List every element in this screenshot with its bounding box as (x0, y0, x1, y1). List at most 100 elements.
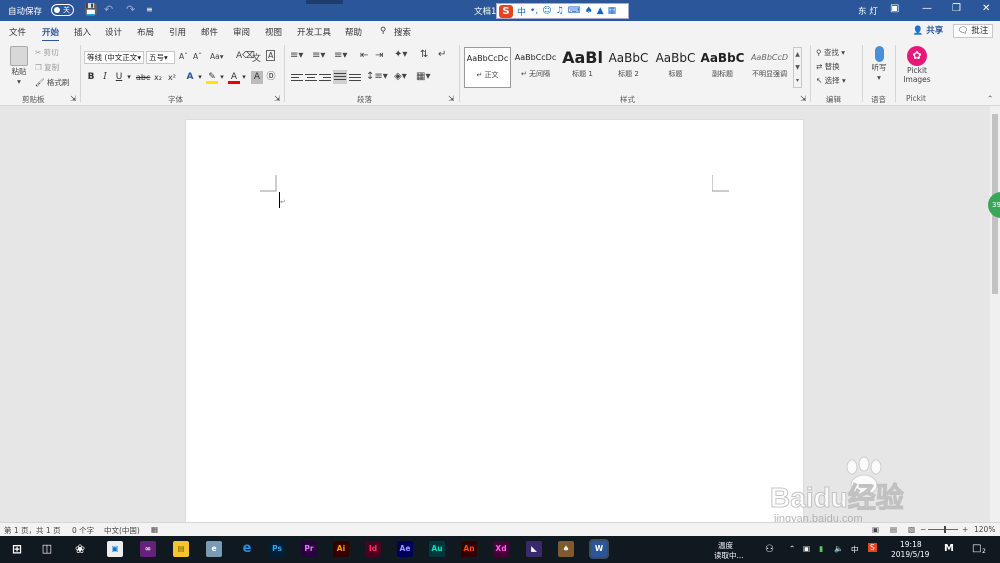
style-title[interactable]: AaBbC 标题 (652, 47, 699, 88)
italic-button[interactable]: I (99, 71, 111, 84)
style-heading1[interactable]: AaBl 标题 1 (559, 47, 606, 88)
tab-design[interactable]: 设计 (105, 26, 122, 38)
word-count[interactable]: 0 个字 (72, 525, 94, 536)
find-button[interactable]: ⚲ 查找 ▾ (816, 47, 845, 58)
change-case-icon[interactable]: Aa▾ (210, 52, 224, 61)
style-heading2[interactable]: AaBbC 标题 2 (605, 47, 652, 88)
search-icon[interactable]: ⚲ (380, 26, 386, 36)
undo-icon[interactable]: ↶ (104, 3, 113, 16)
copy-button[interactable]: ❐ 复制 (35, 62, 59, 73)
numbering-icon[interactable]: ≡▾ (312, 50, 325, 61)
game-app-icon[interactable]: ♠ (558, 541, 574, 557)
vertical-scrollbar[interactable] (990, 106, 1000, 522)
tray-chevron-icon[interactable]: ⌃ (789, 544, 795, 553)
ime-toolbar[interactable]: S 中 •, ☺ ♫ ⌨ ♠ ▲ ▦ (496, 3, 629, 19)
shrink-font-icon[interactable]: Aˇ (193, 52, 202, 61)
print-layout-icon[interactable]: ▤ (890, 525, 897, 534)
app-pinwheel-icon[interactable]: ❀ (72, 541, 88, 557)
style-no-spacing[interactable]: AaBbCcDc ↵ 无间隔 (512, 47, 559, 88)
format-painter-button[interactable]: 🖌 格式刷 (35, 77, 69, 88)
user-name[interactable]: 东 灯 (858, 5, 878, 17)
premiere-icon[interactable]: Pr (301, 541, 317, 557)
font-size-select[interactable]: 五号▾ (146, 51, 175, 64)
comment-button[interactable]: 🗨 批注 (953, 24, 993, 38)
cut-button[interactable]: ✂ 剪切 (35, 47, 59, 58)
volume-icon[interactable]: 🔈 (834, 544, 843, 553)
tab-file[interactable]: 文件 (9, 26, 26, 38)
increase-indent-icon[interactable]: ⇥ (375, 50, 383, 61)
select-button[interactable]: ↖ 选择 ▾ (816, 75, 846, 86)
highlight-dropdown-icon[interactable]: ▾ (216, 71, 228, 84)
read-mode-icon[interactable]: ▣ (872, 525, 879, 534)
grid-icon[interactable]: ▦ (608, 6, 617, 16)
skin-icon[interactable]: ♠ (585, 6, 593, 16)
text-effects-dropdown-icon[interactable]: ▾ (194, 71, 206, 84)
style-subtitle[interactable]: AaBbC 副标题 (699, 47, 746, 88)
zoom-level[interactable]: 120% (974, 525, 995, 534)
task-view-icon[interactable]: ◫ (39, 541, 55, 557)
font-name-select[interactable]: 等线 (中文正文▾ (84, 51, 144, 64)
edge-icon[interactable]: e (239, 541, 255, 557)
tab-references[interactable]: 引用 (169, 26, 186, 38)
store-icon[interactable]: ▣ (107, 541, 123, 557)
align-center-icon[interactable] (305, 72, 317, 83)
char-border-icon[interactable]: A (266, 50, 276, 61)
zoom-slider-thumb[interactable] (944, 526, 946, 533)
show-marks-icon[interactable]: ↵ (438, 49, 446, 60)
people-icon[interactable]: ⚇ (765, 544, 774, 555)
subscript-button[interactable]: x₂ (152, 71, 164, 84)
paste-button[interactable]: 粘贴 ▾ (8, 46, 30, 88)
justify-icon[interactable] (333, 70, 347, 84)
multilevel-list-icon[interactable]: ≡▾ (334, 50, 347, 61)
search-label[interactable]: 搜索 (394, 26, 411, 38)
collapse-ribbon-icon[interactable]: ⌃ (987, 94, 993, 103)
illustrator-icon[interactable]: Ai (333, 541, 349, 557)
tray-app-icon[interactable]: M (944, 543, 954, 554)
dictate-button[interactable]: 听写 ▾ (868, 46, 890, 82)
zoom-in-button[interactable]: + (962, 525, 968, 534)
tab-layout[interactable]: 布局 (137, 26, 154, 38)
redo-icon[interactable]: ↷ (126, 3, 135, 16)
language[interactable]: 中文(中国) (104, 525, 140, 536)
minimize-icon[interactable]: — (922, 3, 932, 14)
save-icon[interactable]: 💾 (84, 3, 98, 16)
file-explorer-icon[interactable]: ▤ (173, 541, 189, 557)
ime-mode[interactable]: 中 (517, 5, 526, 18)
zoom-out-button[interactable]: − (920, 525, 926, 534)
style-normal[interactable]: AaBbCcDc ↵ 正文 (464, 47, 511, 88)
bold-button[interactable]: B (85, 71, 97, 84)
ribbon-display-icon[interactable]: ▣ (890, 3, 899, 14)
grow-font-icon[interactable]: Aˆ (179, 52, 188, 61)
enclosed-char-icon[interactable]: Ⓓ (265, 71, 277, 84)
battery-icon[interactable]: ▮ (819, 544, 823, 553)
close-icon[interactable]: ✕ (982, 3, 990, 14)
clipboard-launcher-icon[interactable]: ⇲ (70, 94, 76, 103)
bullets-icon[interactable]: ≡▾ (290, 50, 303, 61)
shading-icon[interactable]: ◈▾ (394, 71, 407, 82)
notification-icon[interactable]: □ (972, 543, 981, 554)
borders-icon[interactable]: ▦▾ (416, 71, 430, 82)
tab-help[interactable]: 帮助 (345, 26, 362, 38)
clock-time[interactable]: 19:18 (900, 540, 922, 549)
animate-icon[interactable]: An (461, 541, 477, 557)
document-page[interactable]: ↵ (185, 119, 804, 529)
styles-scroll[interactable]: ▲ ▼ ▾ (793, 47, 802, 88)
shirt-icon[interactable]: ▲ (597, 6, 604, 16)
chinese-layout-icon[interactable]: ✦▾ (394, 49, 407, 60)
tab-home[interactable]: 开始 (42, 26, 60, 42)
tab-insert[interactable]: 插入 (74, 26, 91, 38)
decrease-indent-icon[interactable]: ⇤ (360, 50, 368, 61)
maximize-icon[interactable]: ❐ (952, 3, 961, 14)
styles-launcher-icon[interactable]: ⇲ (800, 94, 806, 103)
macro-icon[interactable]: ▦ (151, 525, 158, 534)
weather-status[interactable]: 读取中... (714, 550, 744, 561)
align-right-icon[interactable] (319, 72, 331, 83)
font-launcher-icon[interactable]: ⇲ (274, 94, 280, 103)
ie-icon[interactable]: e (206, 541, 222, 557)
sogou-tray-icon[interactable]: S (868, 543, 877, 552)
start-icon[interactable]: ⊞ (9, 541, 25, 557)
word-taskbar-icon[interactable]: W (589, 539, 609, 559)
ime-indicator[interactable]: 中 (851, 544, 859, 555)
replace-button[interactable]: ⇄ 替换 (816, 61, 840, 72)
sort-icon[interactable]: ⇅ (420, 49, 428, 60)
